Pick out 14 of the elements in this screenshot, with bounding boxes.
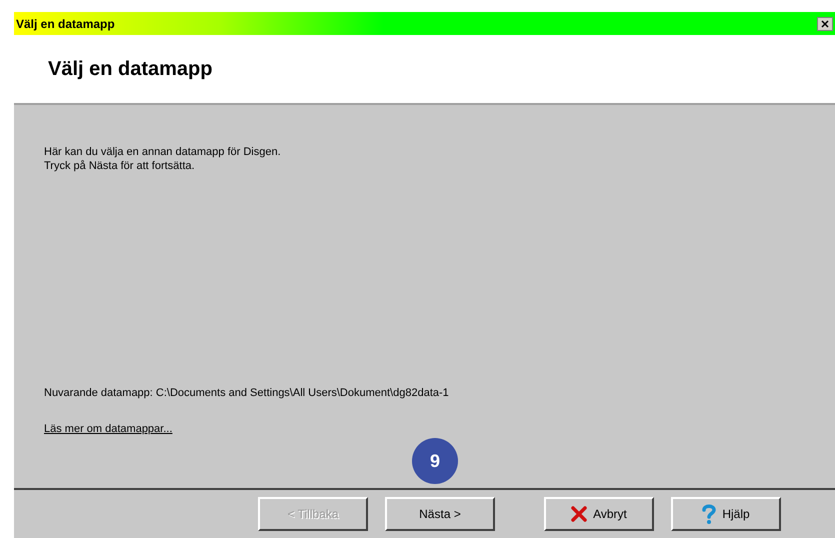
help-button[interactable]: Hjälp [671,497,781,531]
close-button[interactable] [817,16,833,30]
close-icon [821,20,829,28]
current-folder-text: Nuvarande datamapp: C:\Documents and Settings\All Users\Dokument\dg82data-1 [44,386,450,400]
page-heading: Välj en datamapp [48,57,212,82]
question-mark-icon [702,504,716,524]
read-more-link[interactable]: Läs mer om datamappar... [44,422,172,436]
intro-text: Här kan du välja en annan datamapp för Disgen. [44,145,282,159]
x-icon [571,506,588,522]
window-title: Välj en datamapp [16,16,115,32]
step-badge: 9 [412,438,458,484]
cancel-button[interactable]: Avbryt [544,497,654,531]
intro-text: Tryck på Nästa för att fortsätta. [44,159,196,173]
next-button[interactable]: Nästa > [385,497,495,531]
